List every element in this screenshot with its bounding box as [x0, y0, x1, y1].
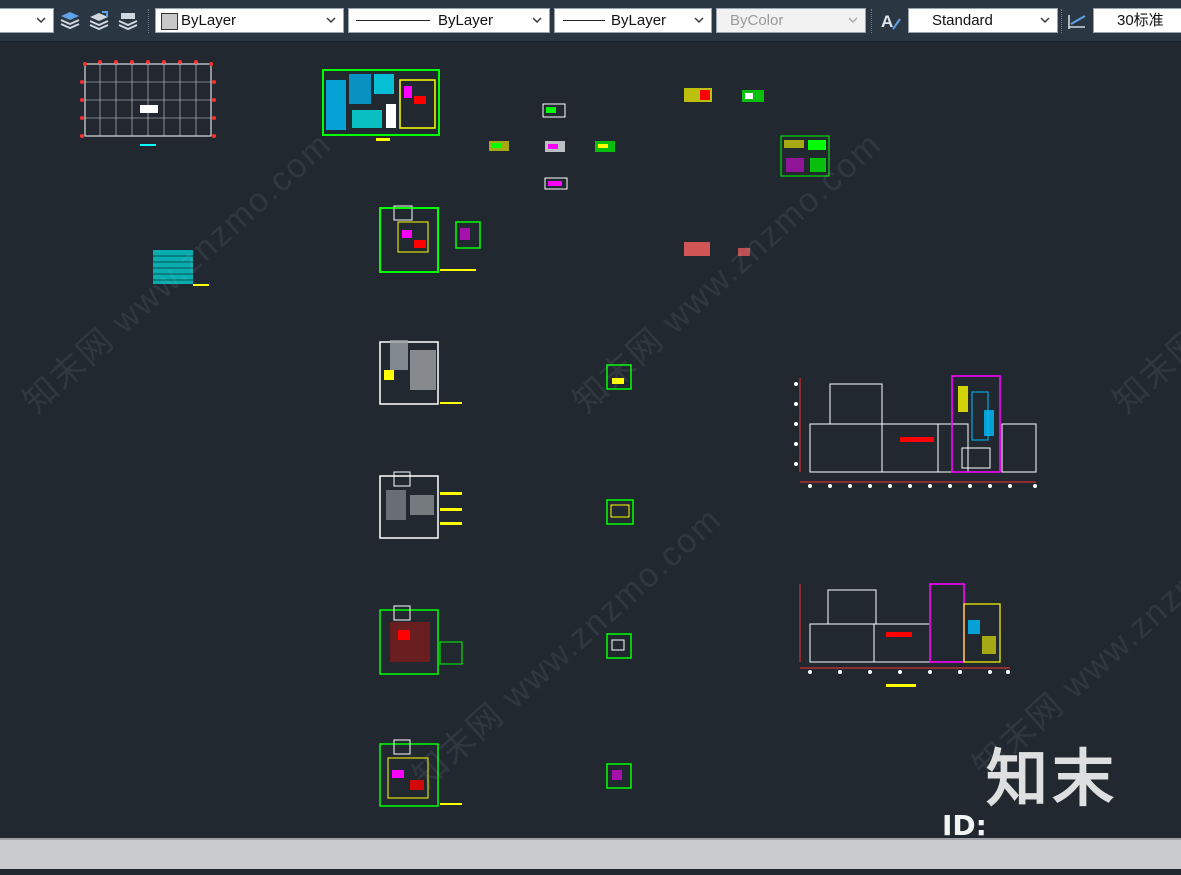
layer-dropdown[interactable]: [0, 8, 54, 33]
chevron-down-icon: [848, 17, 858, 23]
svg-text:A: A: [881, 12, 893, 31]
linetype-dropdown[interactable]: ByLayer: [348, 8, 550, 33]
layer-states-icon[interactable]: [59, 10, 81, 32]
status-strip: [0, 838, 1181, 869]
large-floor-plan-upper: [794, 375, 1037, 488]
lineweight-dropdown[interactable]: ByLayer: [554, 8, 712, 33]
colored-floor-plan: [322, 69, 440, 141]
toolbar-separator: [871, 9, 874, 33]
chevron-down-icon: [36, 17, 46, 23]
brand-logo: 知末: [986, 742, 1119, 815]
linetype-preview: [356, 20, 430, 21]
color-dropdown[interactable]: ByLayer: [155, 8, 344, 33]
toolbar-separator: [1061, 9, 1064, 33]
drawing-canvas[interactable]: 知末网 www.znzmo.com 知末网 www.znzmo.com 知末网 …: [0, 41, 1181, 838]
text-style-icon[interactable]: A: [880, 10, 902, 32]
layer-previous-icon[interactable]: [117, 10, 139, 32]
color-swatch: [161, 13, 178, 30]
plotstyle-dropdown: ByColor: [716, 8, 866, 33]
dim-style-dropdown[interactable]: 30标准: [1093, 8, 1181, 33]
chevron-down-icon: [694, 17, 704, 23]
text-style-dropdown[interactable]: Standard: [908, 8, 1058, 33]
large-floor-plan-lower: [799, 583, 1010, 687]
properties-toolbar: ByLayer ByLayer ByLayer ByColor A Standa…: [0, 0, 1181, 42]
toolbar-separator: [148, 9, 151, 33]
floor-plan-1: [379, 205, 481, 273]
dim-style-icon[interactable]: [1066, 10, 1088, 32]
floor-plan-3: [379, 471, 634, 539]
chevron-down-icon: [326, 17, 336, 23]
chevron-down-icon: [1040, 17, 1050, 23]
grid-floor-plan: [80, 60, 216, 146]
layer-match-icon[interactable]: [88, 10, 110, 32]
chevron-down-icon: [532, 17, 542, 23]
lineweight-preview: [563, 20, 605, 21]
